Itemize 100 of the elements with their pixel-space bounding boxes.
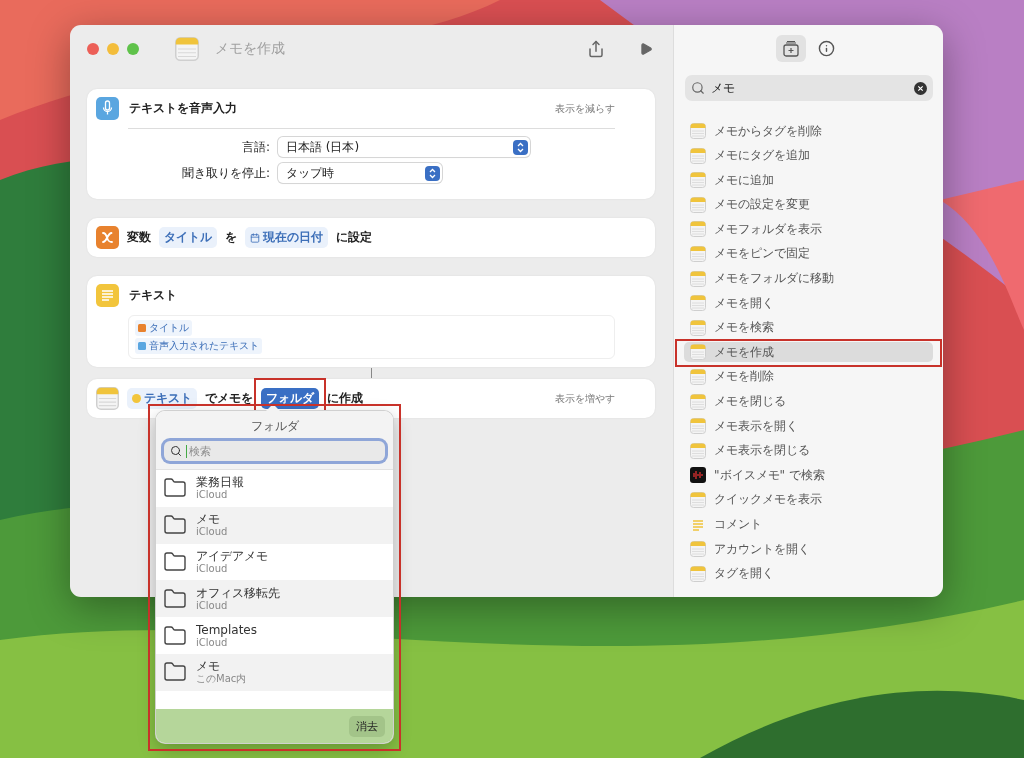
action-title: テキスト: [129, 287, 177, 304]
action-list-item[interactable]: "ボイスメモ" で検索: [684, 465, 933, 486]
action-list-item[interactable]: クイックメモを表示: [684, 489, 933, 510]
action-text: 変数: [127, 229, 151, 246]
stepper-icon: [513, 139, 528, 155]
folder-row[interactable]: 業務日報 iCloud: [156, 470, 393, 507]
folder-name: オフィス移転先: [196, 585, 280, 600]
param-label: 聞き取りを停止:: [180, 164, 270, 182]
folder-account: iCloud: [196, 599, 229, 612]
calendar-icon: [250, 232, 260, 243]
folder-account: iCloud: [196, 489, 229, 502]
action-list-item[interactable]: メモからタグを削除: [684, 121, 933, 141]
action-list-item[interactable]: メモを作成: [684, 342, 933, 363]
notepad-icon: [690, 442, 706, 459]
variable-token[interactable]: タイトル: [159, 227, 217, 248]
action-list-item[interactable]: メモを検索: [684, 317, 933, 338]
notepad-icon: [690, 368, 706, 385]
notepad-icon: [690, 123, 706, 139]
action-list-item[interactable]: メモ表示を閉じる: [684, 440, 933, 461]
notepad-icon: [690, 344, 706, 361]
variable-token[interactable]: 現在の日付: [245, 227, 328, 248]
folder-icon: [163, 586, 187, 611]
folder-search-input[interactable]: 検索: [186, 444, 379, 458]
microphone-icon: [96, 97, 119, 120]
action-text: でメモを: [205, 390, 253, 407]
folder-row[interactable]: メモ iCloud: [156, 506, 393, 544]
search-field[interactable]: メモ: [685, 75, 933, 101]
text-lines-icon: [96, 284, 119, 307]
search-icon: [691, 81, 705, 95]
dot-icon: [132, 394, 141, 403]
action-list-item[interactable]: メモに追加: [684, 170, 933, 191]
variable-icon: [138, 324, 146, 332]
action-text: に作成: [327, 390, 363, 407]
action-list-item[interactable]: メモをピンで固定: [684, 243, 933, 264]
action-list-item[interactable]: タグを開く: [684, 563, 933, 584]
clear-button[interactable]: 消去: [349, 715, 385, 737]
action-list-item[interactable]: メモをフォルダに移動: [684, 268, 933, 289]
notepad-icon: [690, 172, 706, 189]
variable-token[interactable]: 音声入力されたテキスト: [135, 338, 262, 354]
folder-account: iCloud: [196, 563, 229, 575]
action-list-item[interactable]: コメント: [684, 514, 933, 535]
notepad-icon: [175, 37, 199, 61]
action-list-item[interactable]: メモを閉じる: [684, 391, 933, 412]
notepad-icon: [690, 245, 706, 262]
variable-token[interactable]: テキスト: [127, 388, 197, 409]
search-icon: [170, 445, 182, 457]
folder-row[interactable]: オフィス移転先 iCloud: [156, 580, 393, 618]
close-button[interactable]: [87, 43, 99, 55]
notepad-icon: [690, 270, 706, 287]
add-action-icon: [781, 39, 800, 58]
folder-account: iCloud: [196, 636, 228, 649]
notepad-icon: [690, 491, 706, 508]
action-list-item[interactable]: メモの設定を変更: [684, 194, 933, 215]
voice-memo-icon: [690, 467, 706, 484]
folder-row[interactable]: アイデアメモ iCloud: [156, 543, 393, 581]
action-list-item[interactable]: メモフォルダを表示: [684, 219, 933, 240]
clear-icon[interactable]: [914, 81, 927, 95]
folder-row[interactable]: メモ このMac内: [156, 654, 393, 691]
param-label: 言語:: [240, 138, 270, 156]
toggle-button[interactable]: 表示を増やす: [555, 391, 645, 406]
action-text: を: [225, 229, 237, 246]
folder-account: iCloud: [196, 526, 228, 539]
notepad-icon: [690, 541, 706, 558]
popover-title: フォルダ: [250, 418, 299, 435]
notepad-icon: [690, 196, 706, 213]
toggle-button[interactable]: 表示を減らす: [555, 101, 645, 116]
info-icon: [818, 40, 835, 57]
folder-name: メモ: [196, 659, 221, 674]
action-list-item[interactable]: メモを削除: [684, 366, 933, 387]
folder-name: 業務日報: [196, 475, 244, 490]
popup-menu[interactable]: 日本語 (日本): [278, 137, 530, 157]
folder-account: このMac内: [196, 673, 247, 686]
notepad-icon: [690, 221, 706, 238]
action-title: テキストを音声入力: [129, 100, 237, 117]
notepad-icon: [96, 387, 119, 410]
folder-name: Templates: [196, 622, 257, 637]
text-field[interactable]: タイトル 音声入力されたテキスト: [128, 315, 615, 359]
action-list-item[interactable]: メモ表示を開く: [684, 416, 933, 437]
popup-menu[interactable]: タップ時: [278, 163, 442, 183]
action-list-item[interactable]: メモを開く: [684, 293, 933, 314]
folder-row[interactable]: Templates iCloud: [156, 617, 393, 654]
action-list-item[interactable]: メモにタグを追加: [684, 145, 933, 166]
notepad-icon: [690, 147, 706, 164]
variable-icon: [96, 226, 119, 249]
action-text: に設定: [336, 229, 372, 246]
library-tab[interactable]: [775, 35, 806, 62]
folder-name: メモ: [196, 512, 221, 527]
microphone-icon: [138, 342, 146, 350]
stepper-icon: [425, 165, 440, 181]
notepad-icon: [690, 418, 706, 435]
window-title: メモを作成: [215, 40, 286, 58]
folder-search-field[interactable]: 検索: [164, 441, 385, 461]
notepad-icon: [690, 295, 706, 312]
folder-icon: [163, 623, 187, 648]
search-input[interactable]: メモ: [711, 81, 908, 95]
folder-name: アイデアメモ: [196, 549, 268, 563]
folder-icon: [163, 550, 187, 574]
notepad-icon: [690, 565, 706, 582]
action-list-item[interactable]: アカウントを開く: [684, 539, 933, 560]
variable-token[interactable]: タイトル: [135, 320, 192, 336]
